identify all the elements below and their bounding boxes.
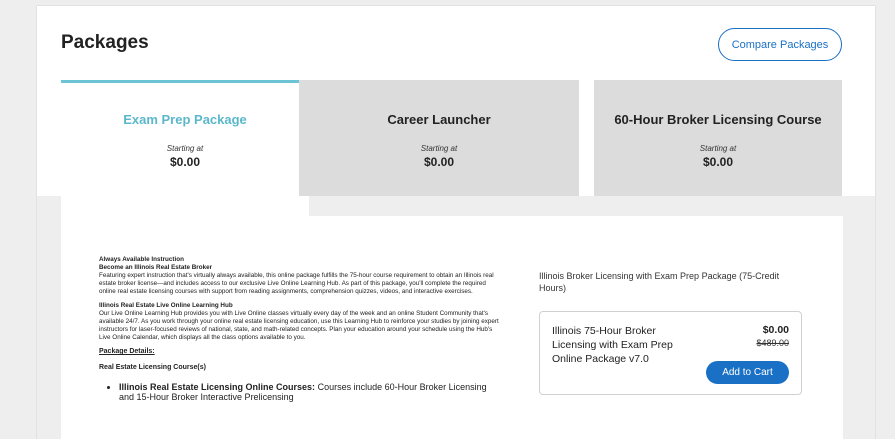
add-to-cart-button[interactable]: Add to Cart [706,361,789,384]
courses-heading: Real Estate Licensing Course(s) [99,364,206,371]
starting-at-label: Starting at [166,144,204,153]
desc-heading-3: Illinois Real Estate Live Online Learnin… [99,302,233,309]
tab-exam-prep-package[interactable]: Exam Prep Package Starting at $0.00 [61,80,309,216]
tab-name: 60-Hour Broker Licensing Course [614,112,822,127]
tab-60-hour-broker-licensing[interactable]: 60-Hour Broker Licensing Course Starting… [594,80,842,196]
product-old-price: $489.00 [756,338,789,348]
tab-price: $0.00 [169,155,201,169]
tab-price: $0.00 [423,155,455,169]
package-detail-panel: Always Available Instruction Become an I… [61,216,843,439]
starting-at-label: Starting at [699,144,737,153]
desc-heading-2: Become an Illinois Real Estate Broker [99,264,213,271]
course-list: Illinois Real Estate Licensing Online Co… [119,382,499,402]
tab-name: Exam Prep Package [123,112,247,127]
tab-name: Career Launcher [387,112,491,127]
product-box: Illinois 75-Hour Broker Licensing with E… [539,311,802,395]
package-variant-title: Illinois Broker Licensing with Exam Prep… [539,271,780,293]
package-details-heading: Package Details: [99,348,155,355]
list-item: Illinois Real Estate Licensing Online Co… [119,382,499,402]
course-name: Illinois Real Estate Licensing Online Co… [119,382,316,392]
package-description: Always Available Instruction Become an I… [99,256,499,402]
desc-paragraph-1: Featuring expert instruction that's virt… [99,272,494,295]
page-title: Packages [61,32,149,53]
desc-heading-1: Always Available Instruction [99,256,184,263]
packages-card: Packages Compare Packages Exam Prep Pack… [36,5,876,439]
starting-at-label: Starting at [420,144,458,153]
tab-career-launcher[interactable]: Career Launcher Starting at $0.00 [299,80,579,196]
product-price: $0.00 [762,324,789,336]
compare-packages-button[interactable]: Compare Packages [718,28,842,61]
tab-price: $0.00 [702,155,734,169]
desc-paragraph-2: Our Live Online Learning Hub provides yo… [99,310,499,341]
product-name: Illinois 75-Hour Broker Licensing with E… [552,325,673,365]
